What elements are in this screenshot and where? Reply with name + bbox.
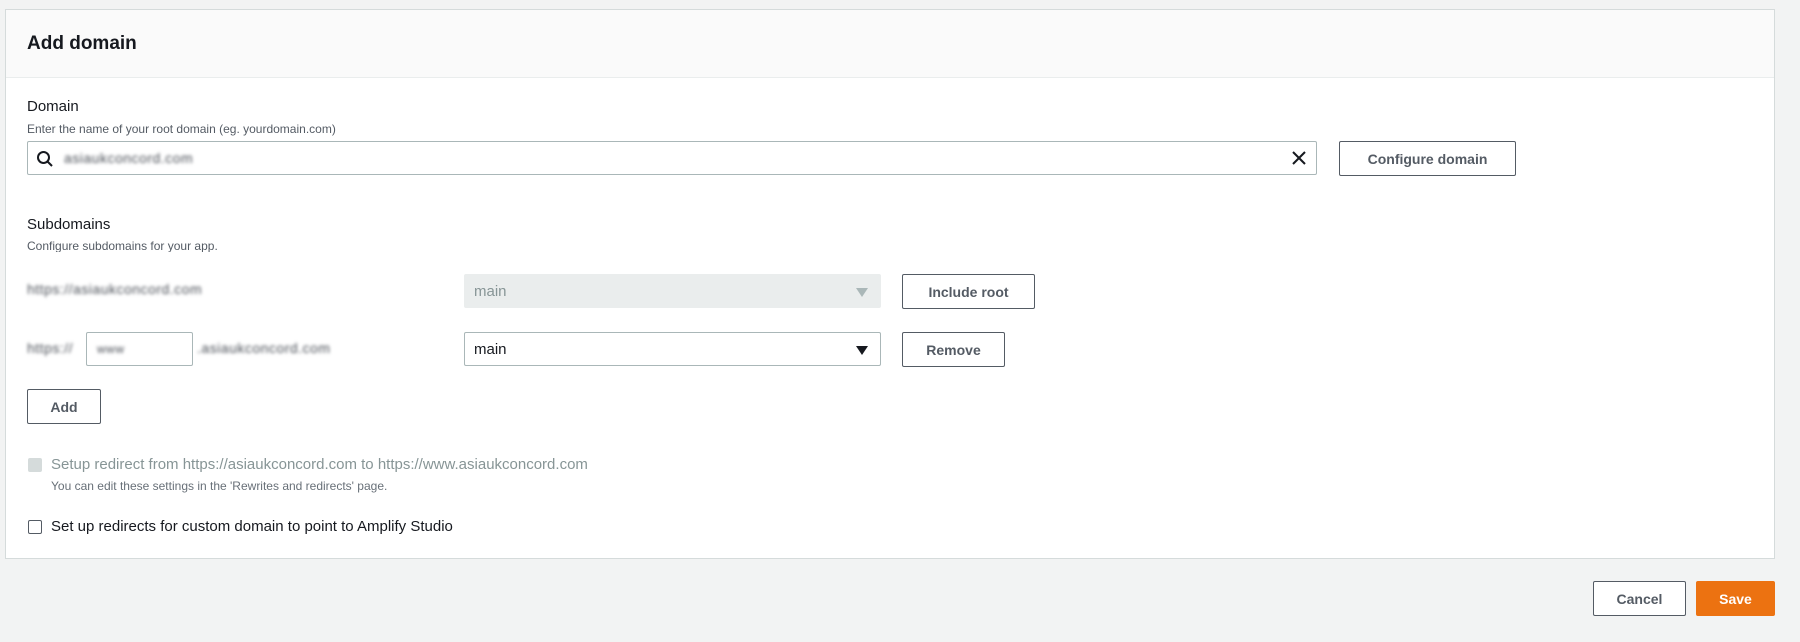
configure-domain-button[interactable]: Configure domain	[1339, 141, 1516, 176]
subdomain-prefix-input[interactable]: www	[86, 332, 193, 366]
subdomain-url-suffix: .asiaukconcord.com	[197, 340, 331, 356]
redirect-checkbox[interactable]	[28, 458, 42, 472]
panel-header: Add domain	[6, 10, 1774, 78]
save-button[interactable]: Save	[1696, 581, 1775, 616]
subdomains-description: Configure subdomains for your app.	[27, 239, 218, 252]
subdomain-root-url: https://asiaukconcord.com	[27, 281, 203, 297]
panel-title: Add domain	[27, 32, 137, 54]
redirect-label: Setup redirect from https://asiaukconcor…	[51, 456, 588, 473]
close-icon[interactable]	[1290, 149, 1308, 167]
domain-description: Enter the name of your root domain (eg. …	[27, 122, 336, 136]
search-icon	[36, 150, 54, 168]
remove-button[interactable]: Remove	[902, 332, 1005, 367]
domain-search-input[interactable]: asiaukconcord.com	[27, 141, 1317, 175]
domain-label: Domain	[27, 98, 79, 115]
branch-select-subdomain[interactable]: main	[464, 332, 881, 366]
domain-value: asiaukconcord.com	[64, 150, 194, 166]
redirect-hint: You can edit these settings in the 'Rewr…	[51, 479, 388, 493]
subdomains-label: Subdomains	[27, 216, 111, 233]
amplify-redirect-label: Set up redirects for custom domain to po…	[51, 518, 453, 535]
caret-down-icon	[856, 288, 868, 297]
include-root-button[interactable]: Include root	[902, 274, 1035, 309]
branch-select-root[interactable]: main	[464, 274, 881, 308]
branch-select-value: main	[474, 340, 507, 358]
subdomain-url-prefix: https://	[27, 340, 74, 356]
amplify-redirect-checkbox[interactable]	[28, 520, 42, 534]
caret-down-icon	[856, 346, 868, 355]
branch-select-value: main	[474, 282, 507, 300]
add-domain-panel: Add domain Domain Enter the name of your…	[5, 9, 1775, 559]
cancel-button[interactable]: Cancel	[1593, 581, 1686, 616]
add-subdomain-button[interactable]: Add	[27, 389, 101, 424]
